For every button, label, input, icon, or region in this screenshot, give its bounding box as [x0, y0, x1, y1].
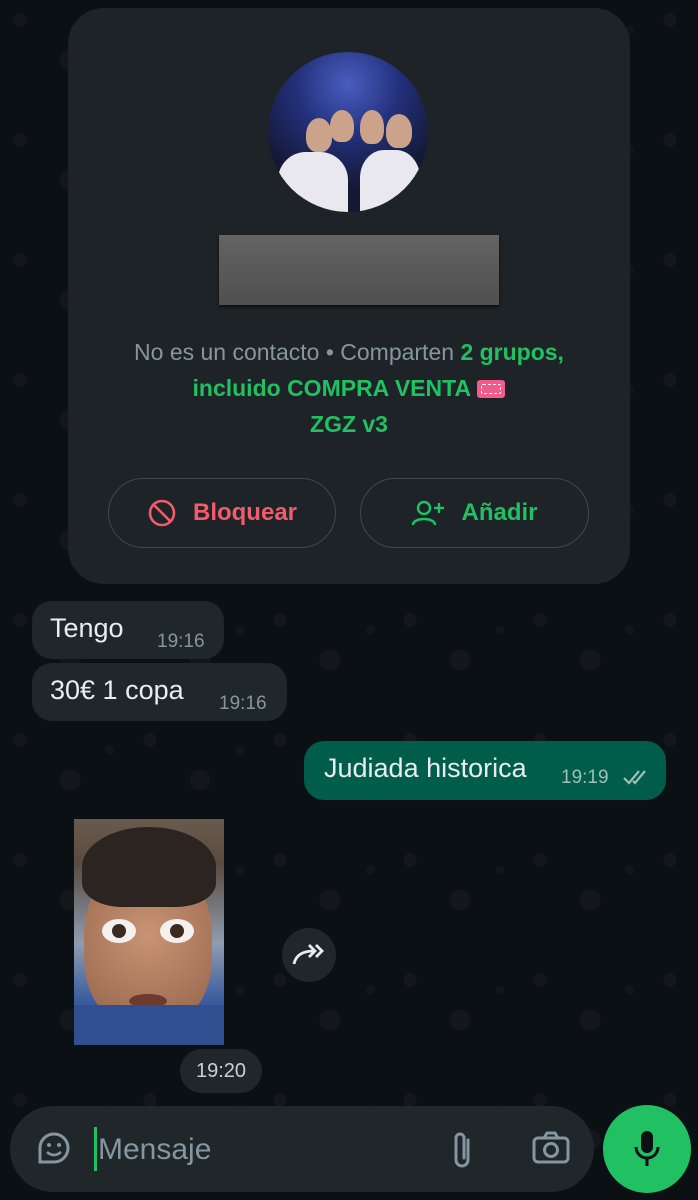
forward-icon — [292, 944, 324, 965]
add-contact-button[interactable]: Añadir — [360, 478, 589, 548]
photo-time: 19:20 — [195, 1059, 247, 1082]
double-check-icon — [623, 770, 646, 785]
message-text: Tengo — [50, 613, 124, 643]
paperclip-icon[interactable] — [448, 1128, 478, 1172]
forward-button[interactable] — [282, 928, 336, 982]
block-button[interactable]: Bloquear — [108, 478, 336, 548]
contact-avatar[interactable] — [268, 52, 428, 212]
contact-name-redacted — [219, 235, 499, 305]
camera-icon[interactable] — [531, 1130, 571, 1166]
add-person-icon — [412, 500, 445, 526]
photo-message[interactable] — [74, 819, 224, 1045]
incoming-message[interactable]: 30€ 1 copa 19:16 — [32, 663, 287, 721]
message-time: 19:16 — [157, 631, 205, 652]
block-button-label: Bloquear — [192, 499, 297, 526]
message-text: 30€ 1 copa — [50, 675, 184, 705]
block-icon — [148, 499, 176, 527]
contact-info-text: No es un contacto • Comparten 2 grupos, … — [120, 334, 578, 442]
add-contact-button-label: Añadir — [461, 499, 538, 526]
incoming-message[interactable]: Tengo 19:16 — [32, 601, 224, 659]
voice-record-button[interactable] — [603, 1105, 691, 1193]
ticket-emoji-icon — [477, 380, 506, 398]
message-time: 19:16 — [219, 693, 267, 714]
message-text: Judiada historica — [324, 753, 527, 783]
outgoing-message[interactable]: Judiada historica 19:19 — [304, 741, 666, 800]
microphone-icon — [634, 1131, 660, 1166]
message-composer — [10, 1106, 594, 1192]
info-prefix: No es un contacto • Comparten — [134, 339, 461, 365]
info-group-suffix[interactable]: ZGZ v3 — [310, 411, 388, 437]
message-input[interactable] — [96, 1124, 420, 1176]
photo-time-badge: 19:20 — [180, 1049, 262, 1093]
sticker-icon[interactable] — [34, 1128, 74, 1168]
message-time: 19:19 — [561, 767, 609, 788]
